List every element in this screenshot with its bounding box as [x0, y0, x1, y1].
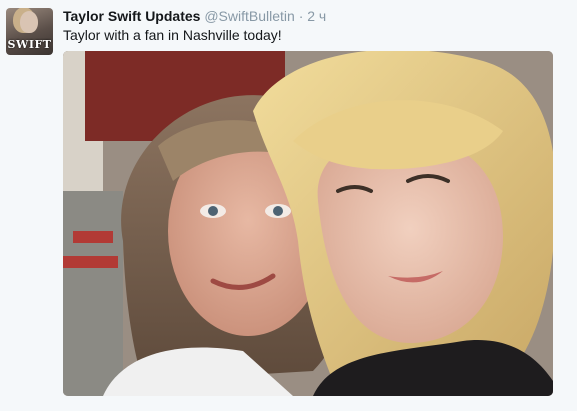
floor — [63, 191, 123, 396]
tweet-photo[interactable] — [63, 51, 553, 396]
fan-iris-right — [273, 206, 283, 216]
fan-iris-left — [208, 206, 218, 216]
profile-avatar[interactable]: SWIFT — [6, 8, 53, 55]
tweet: SWIFT Taylor Swift Updates @SwiftBulleti… — [0, 0, 577, 411]
photo-illustration — [63, 51, 553, 396]
author-handle[interactable]: @SwiftBulletin — [204, 8, 294, 24]
red-stripe-1 — [73, 231, 113, 243]
avatar-logo-text: SWIFT — [7, 38, 52, 51]
meta-separator: · — [298, 8, 304, 24]
tweet-header: Taylor Swift Updates @SwiftBulletin · 2 … — [63, 7, 326, 25]
red-stripe-2 — [63, 256, 118, 268]
tweet-text: Taylor with a fan in Nashville today! — [63, 27, 282, 43]
avatar-face — [20, 11, 38, 33]
tweet-time[interactable]: 2 ч — [307, 8, 326, 24]
author-name[interactable]: Taylor Swift Updates — [63, 8, 200, 24]
